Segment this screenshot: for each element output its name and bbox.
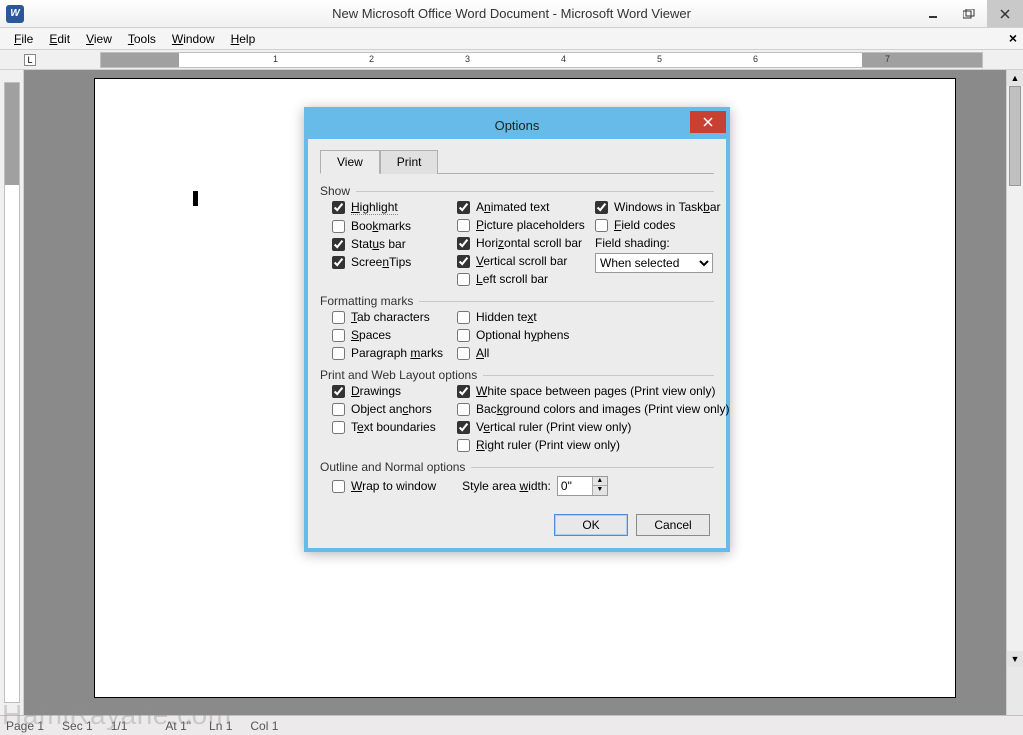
group-show: Show Highlight Bookmarks Status bar Scre…	[320, 184, 714, 286]
vertical-scrollbar[interactable]: ▲ ▼	[1006, 70, 1023, 715]
group-fmt-legend: Formatting marks	[320, 294, 714, 310]
chk-paragraph-marks[interactable]: Paragraph marks	[332, 346, 447, 360]
field-shading-select[interactable]: When selected	[595, 253, 713, 273]
document-close-button[interactable]: ×	[1009, 30, 1017, 46]
status-pagecount: 1/1	[111, 719, 128, 733]
style-area-width-label: Style area width:	[462, 479, 551, 493]
chk-whitespace-pages[interactable]: White space between pages (Print view on…	[457, 384, 714, 398]
menu-edit[interactable]: Edit	[41, 30, 78, 48]
chk-field-codes[interactable]: Field codes	[595, 218, 714, 232]
restore-button[interactable]	[951, 0, 987, 27]
tab-view[interactable]: View	[320, 150, 380, 174]
menu-view[interactable]: View	[78, 30, 120, 48]
close-icon	[703, 117, 713, 127]
status-column: Col 1	[250, 719, 278, 733]
chk-tab-chars[interactable]: Tab characters	[332, 310, 447, 324]
chk-right-ruler[interactable]: Right ruler (Print view only)	[457, 438, 714, 452]
chk-vertical-ruler[interactable]: Vertical ruler (Print view only)	[457, 420, 714, 434]
menu-window[interactable]: Window	[164, 30, 223, 48]
group-formatting-marks: Formatting marks Tab characters Spaces P…	[320, 294, 714, 360]
scroll-up-icon[interactable]: ▲	[1007, 70, 1023, 86]
chk-bookmarks[interactable]: Bookmarks	[332, 219, 447, 233]
style-area-width-input[interactable]: ▲ ▼	[557, 476, 608, 496]
chk-vscroll[interactable]: Vertical scroll bar	[457, 254, 585, 268]
dialog-close-button[interactable]	[690, 111, 726, 133]
menu-file[interactable]: File	[6, 30, 41, 48]
word-icon: W	[6, 5, 24, 23]
dialog-title: Options	[308, 118, 726, 133]
status-line: Ln 1	[209, 719, 232, 733]
cancel-button[interactable]: Cancel	[636, 514, 710, 536]
group-print-web-layout: Print and Web Layout options Drawings Ob…	[320, 368, 714, 452]
status-bar: Page 1 Sec 1 1/1 At 1" Ln 1 Col 1	[0, 715, 1023, 735]
horizontal-ruler[interactable]: L 1 2 3 4 5 6 7	[0, 50, 1023, 70]
window-title: New Microsoft Office Word Document - Mic…	[0, 6, 1023, 21]
options-dialog: Options View Print Show Highlight Bookma…	[304, 107, 730, 552]
status-at: At 1"	[165, 719, 191, 733]
chk-spaces[interactable]: Spaces	[332, 328, 447, 342]
chk-windows-taskbar[interactable]: Windows in Taskbar	[595, 200, 714, 214]
app-titlebar: W New Microsoft Office Word Document - M…	[0, 0, 1023, 28]
close-button[interactable]	[987, 0, 1023, 27]
dialog-tabs: View Print	[320, 149, 714, 174]
group-outline-legend: Outline and Normal options	[320, 460, 714, 476]
ok-button[interactable]: OK	[554, 514, 628, 536]
chk-animated-text[interactable]: Animated text	[457, 200, 585, 214]
chk-picture-placeholders[interactable]: Picture placeholders	[457, 218, 585, 232]
vertical-ruler[interactable]	[0, 70, 24, 715]
chk-highlight[interactable]: Highlight	[332, 200, 447, 215]
menu-tools[interactable]: Tools	[120, 30, 164, 48]
status-section: Sec 1	[62, 719, 93, 733]
spin-down-icon[interactable]: ▼	[592, 486, 607, 495]
status-page: Page 1	[6, 719, 44, 733]
spin-up-icon[interactable]: ▲	[592, 477, 607, 486]
group-outline-normal: Outline and Normal options Wrap to windo…	[320, 460, 714, 496]
chk-lscroll[interactable]: Left scroll bar	[457, 272, 585, 286]
group-pweb-legend: Print and Web Layout options	[320, 368, 714, 384]
chk-object-anchors[interactable]: Object anchors	[332, 402, 447, 416]
chk-hscroll[interactable]: Horizontal scroll bar	[457, 236, 585, 250]
chk-text-boundaries[interactable]: Text boundaries	[332, 420, 447, 434]
dialog-titlebar[interactable]: Options	[308, 111, 726, 139]
tab-selector[interactable]: L	[24, 54, 36, 66]
minimize-button[interactable]	[915, 0, 951, 27]
menu-bar: File Edit View Tools Window Help ×	[0, 28, 1023, 50]
chk-screentips[interactable]: ScreenTips	[332, 255, 447, 269]
chk-optional-hyphens[interactable]: Optional hyphens	[457, 328, 714, 342]
chk-all[interactable]: All	[457, 346, 714, 360]
field-shading-label: Field shading:	[595, 236, 714, 250]
chk-drawings[interactable]: Drawings	[332, 384, 447, 398]
chk-wrap-window[interactable]: Wrap to window	[332, 479, 436, 493]
tab-print[interactable]: Print	[380, 150, 439, 174]
scroll-thumb[interactable]	[1009, 86, 1021, 186]
group-show-legend: Show	[320, 184, 714, 200]
menu-help[interactable]: Help	[223, 30, 264, 48]
chk-bg-colors[interactable]: Background colors and images (Print view…	[457, 402, 714, 416]
browse-object-buttons[interactable]	[1007, 667, 1023, 715]
chk-hidden-text[interactable]: Hidden text	[457, 310, 714, 324]
ruler-strip[interactable]: 1 2 3 4 5 6 7	[100, 52, 983, 68]
scroll-down-icon[interactable]: ▼	[1007, 651, 1023, 667]
text-cursor	[193, 191, 198, 206]
chk-statusbar[interactable]: Status bar	[332, 237, 447, 251]
